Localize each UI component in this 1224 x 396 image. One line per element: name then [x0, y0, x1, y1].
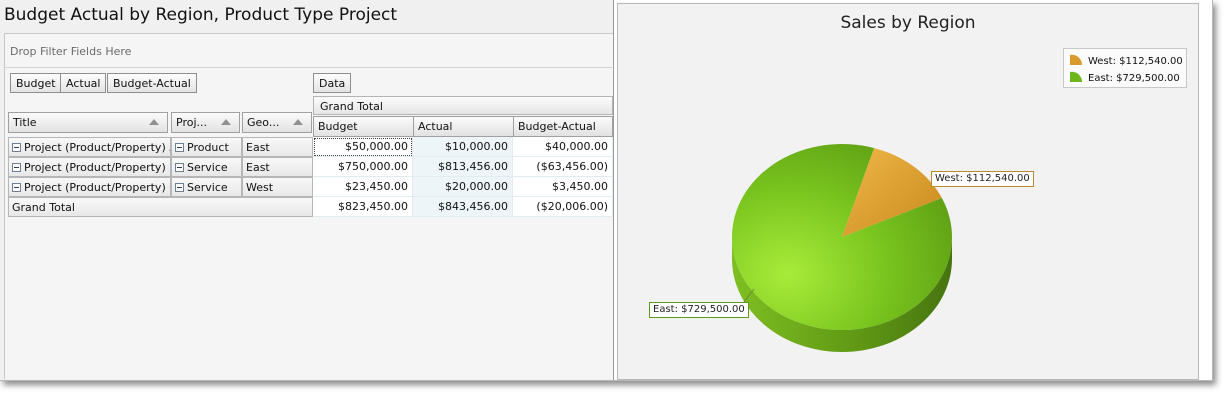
collapse-icon[interactable] — [12, 143, 21, 152]
data-cell-budget-actual[interactable]: ($63,456.00) — [513, 157, 613, 177]
data-cell-budget[interactable]: $23,450.00 — [313, 177, 413, 197]
collapse-icon[interactable] — [175, 163, 184, 172]
row-title-text: Project (Product/Property) A — [24, 141, 171, 154]
legend-item-west: West: $112,540.00 — [1068, 54, 1183, 68]
grand-total-budget-actual[interactable]: ($20,006.00) — [513, 197, 613, 217]
collapse-icon[interactable] — [12, 183, 21, 192]
pivot-grid: Drop Filter Fields Here Budget Actual Bu… — [4, 33, 613, 379]
row-geo-cell[interactable]: East — [242, 157, 313, 177]
row-type-text: Service — [187, 181, 228, 194]
data-cell-budget[interactable]: $50,000.00 — [313, 137, 413, 157]
row-type-text: Product — [187, 141, 229, 154]
pivot-panel: Budget Actual by Region, Product Type Pr… — [0, 0, 614, 380]
sort-ascending-icon[interactable] — [221, 119, 231, 125]
row-type-cell[interactable]: Service — [171, 157, 242, 177]
collapse-icon[interactable] — [12, 163, 21, 172]
row-geo-cell[interactable]: West — [242, 177, 313, 197]
field-button-budget-actual[interactable]: Budget-Actual — [107, 73, 197, 93]
collapse-icon[interactable] — [175, 143, 184, 152]
filter-drop-zone[interactable]: Drop Filter Fields Here — [5, 34, 612, 68]
row-title-cell[interactable]: Project (Product/Property) B — [8, 157, 171, 177]
legend-label-west: West: $112,540.00 — [1088, 56, 1183, 67]
report-window: Budget Actual by Region, Product Type Pr… — [0, 0, 1213, 381]
report-title: Budget Actual by Region, Product Type Pr… — [4, 5, 398, 25]
data-cell-budget[interactable]: $750,000.00 — [313, 157, 413, 177]
column-header-budget[interactable]: Budget — [313, 116, 414, 137]
chart-panel: Sales by Region West: $112,540.00 East: … — [617, 3, 1199, 380]
data-field-button[interactable]: Data — [313, 73, 352, 93]
data-cell-actual[interactable]: $813,456.00 — [413, 157, 513, 177]
data-cell-actual[interactable]: $20,000.00 — [413, 177, 513, 197]
row-type-text: Service — [187, 161, 228, 174]
legend-label-east: East: $729,500.00 — [1088, 73, 1180, 84]
row-header-project-type[interactable]: Proj... — [171, 112, 240, 133]
row-title-text: Project (Product/Property) C — [24, 181, 171, 194]
collapse-icon[interactable] — [175, 183, 184, 192]
row-geo-cell[interactable]: East — [242, 137, 313, 157]
sort-ascending-icon[interactable] — [149, 119, 159, 125]
chart-legend: West: $112,540.00 East: $729,500.00 — [1063, 48, 1187, 88]
row-type-cell[interactable]: Service — [171, 177, 242, 197]
row-header-title[interactable]: Title — [8, 112, 168, 133]
grand-total-column-header: Grand Total — [313, 96, 613, 115]
field-button-budget[interactable]: Budget — [10, 73, 62, 93]
callout-east: East: $729,500.00 — [649, 302, 749, 318]
row-header-geography-label: Geo... — [247, 116, 280, 129]
field-button-actual[interactable]: Actual — [60, 73, 107, 93]
callout-west: West: $112,540.00 — [931, 171, 1034, 187]
column-header-budget-actual[interactable]: Budget-Actual — [513, 116, 613, 137]
data-cell-budget-actual[interactable]: $3,450.00 — [513, 177, 613, 197]
row-title-cell[interactable]: Project (Product/Property) A — [8, 137, 171, 157]
data-cell-budget-actual[interactable]: $40,000.00 — [513, 137, 613, 157]
row-header-title-label: Title — [13, 116, 37, 129]
grand-total-actual[interactable]: $843,456.00 — [413, 197, 513, 217]
grand-total-budget[interactable]: $823,450.00 — [313, 197, 413, 217]
row-header-geography[interactable]: Geo... — [242, 112, 312, 133]
legend-swatch-west-icon — [1070, 54, 1083, 65]
data-cell-actual[interactable]: $10,000.00 — [413, 137, 513, 157]
column-header-actual[interactable]: Actual — [413, 116, 514, 137]
legend-item-east: East: $729,500.00 — [1068, 71, 1180, 85]
filter-placeholder: Drop Filter Fields Here — [10, 45, 132, 58]
row-title-text: Project (Product/Property) B — [24, 161, 171, 174]
sort-ascending-icon[interactable] — [293, 119, 303, 125]
grand-total-row-label: Grand Total — [8, 197, 313, 217]
row-title-cell[interactable]: Project (Product/Property) C — [8, 177, 171, 197]
row-header-project-type-label: Proj... — [176, 116, 207, 129]
legend-swatch-east-icon — [1070, 71, 1083, 82]
row-type-cell[interactable]: Product — [171, 137, 242, 157]
